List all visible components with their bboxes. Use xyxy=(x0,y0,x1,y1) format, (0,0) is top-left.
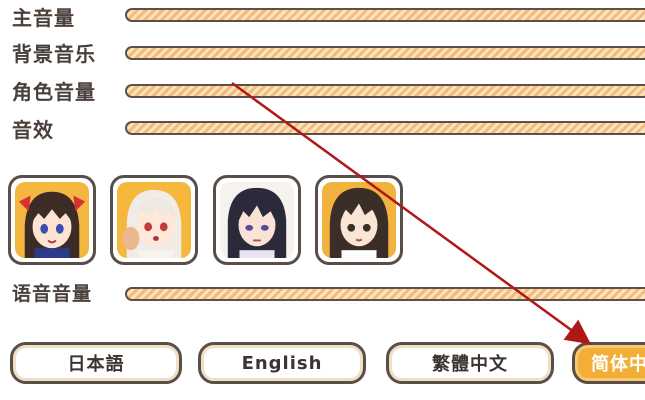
character-avatar-3[interactable] xyxy=(213,175,301,265)
character-avatar-4[interactable] xyxy=(315,175,403,265)
character-portrait-2 xyxy=(117,182,191,258)
language-simplified-chinese-button[interactable]: 简体中文 xyxy=(572,342,645,384)
sfx-volume-slider[interactable] xyxy=(125,121,645,135)
voice-volume-label: 语音音量 xyxy=(12,283,93,305)
voice-volume-slider[interactable] xyxy=(125,287,645,301)
character-portrait-4 xyxy=(322,182,396,258)
audio-settings-screen: 主音量 背景音乐 角色音量 音效 语音音量 日本語 English 繁體中文 简… xyxy=(0,0,645,400)
language-traditional-chinese-button[interactable]: 繁體中文 xyxy=(386,342,554,384)
character-volume-slider[interactable] xyxy=(125,84,645,98)
character-portrait-3 xyxy=(220,182,294,258)
bgm-volume-label: 背景音乐 xyxy=(12,42,96,66)
sfx-volume-label: 音效 xyxy=(12,118,54,142)
character-avatar-2[interactable] xyxy=(110,175,198,265)
bgm-volume-slider[interactable] xyxy=(125,46,645,60)
master-volume-label: 主音量 xyxy=(12,6,75,30)
language-english-button[interactable]: English xyxy=(198,342,366,384)
language-japanese-button[interactable]: 日本語 xyxy=(10,342,182,384)
master-volume-slider[interactable] xyxy=(125,8,645,22)
character-portrait-1 xyxy=(15,182,89,258)
character-volume-label: 角色音量 xyxy=(12,80,96,104)
character-avatar-1[interactable] xyxy=(8,175,96,265)
